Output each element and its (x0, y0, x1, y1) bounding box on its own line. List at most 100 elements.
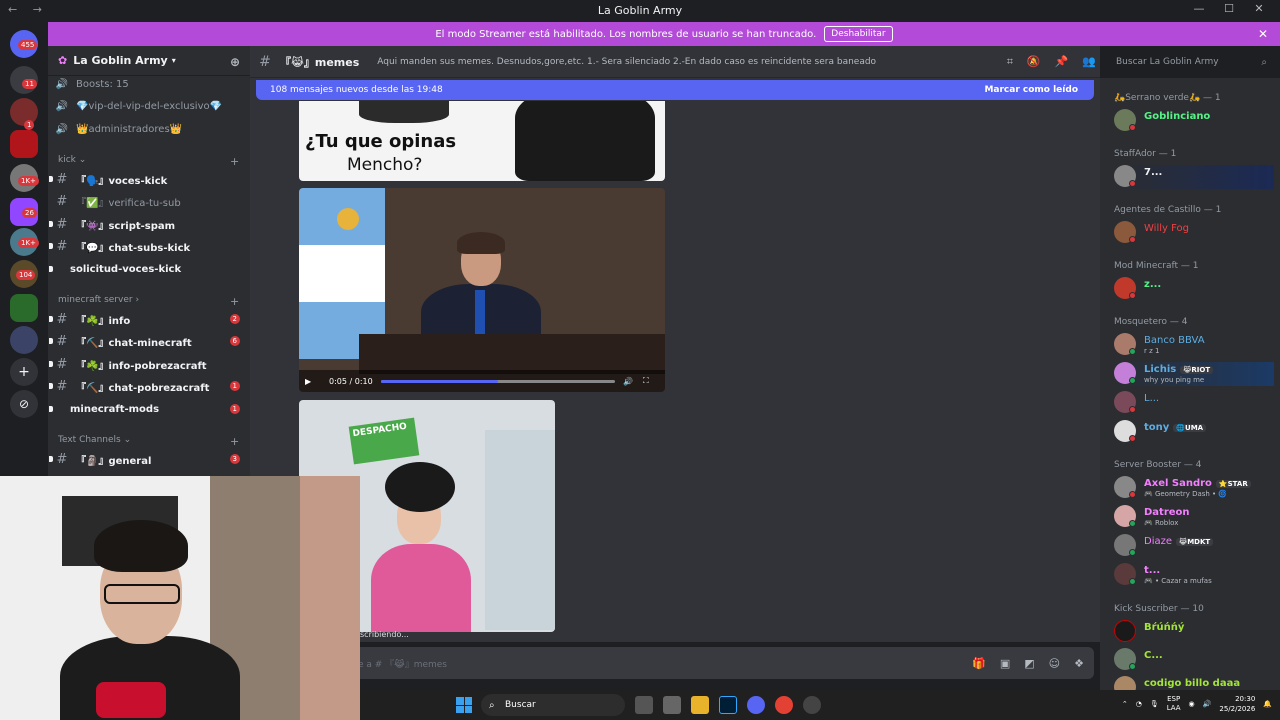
network-icon[interactable]: ◔ (1136, 700, 1142, 708)
lang-code: ESP (1167, 695, 1181, 703)
minimize-button[interactable]: — (1184, 2, 1214, 15)
windows-start-icon[interactable] (456, 697, 472, 713)
guild-icon: ✿ (58, 54, 68, 67)
channel-item[interactable]: # solicitud-voces-kick (48, 258, 250, 280)
meme-caption-line-2: Mencho? (347, 155, 423, 175)
threads-icon[interactable]: ⌗ (1007, 55, 1013, 69)
channel-item[interactable]: # 『🗿』general 3 (48, 448, 250, 470)
notification-bell-icon[interactable]: 🔕 (1027, 55, 1041, 69)
channel-item[interactable]: # 『✅』verifica-tu-sub (48, 190, 250, 212)
meme-shoe (359, 101, 449, 123)
language-indicator[interactable]: ESP LAA (1167, 695, 1181, 713)
message-input[interactable]: e a # 『😹』memes 🎁 ▣ ◩ ☺ ❖ (256, 647, 1094, 679)
unread-indicator (49, 406, 53, 412)
channel-item[interactable]: # 『🗣️』voces-kick (48, 168, 250, 190)
add-channel-icon[interactable]: + (230, 435, 239, 448)
member-item[interactable]: Вŕúńńý (1114, 620, 1274, 644)
channel-item[interactable]: # 『👾』script-spam (48, 213, 250, 235)
apps-icon[interactable]: ❖ (1074, 657, 1084, 670)
channel-item[interactable]: # 『⛏️』chat-minecraft 6 (48, 330, 250, 352)
member-item[interactable]: z... (1114, 277, 1274, 301)
channel-item[interactable]: # 『☘️』info-pobrezacraft (48, 353, 250, 375)
notifications-icon[interactable]: 🔔 (1263, 700, 1272, 708)
disable-streamer-button[interactable]: Deshabilitar (824, 26, 893, 42)
mic-icon[interactable]: 🎙 (1150, 700, 1159, 708)
fullscreen-icon[interactable]: ⛶ (643, 376, 649, 386)
channel-item[interactable]: # 『💬』chat-subs-kick (48, 235, 250, 257)
new-messages-bar[interactable]: 108 mensajes nuevos desde las 19:48 Marc… (256, 80, 1094, 100)
pin-icon[interactable]: 📌 (1055, 55, 1069, 69)
member-item[interactable]: Datreon 🎮 Roblox (1114, 505, 1274, 529)
server-icon[interactable] (10, 294, 38, 322)
voice-channel[interactable]: 🔊 Boosts: 15 (48, 73, 250, 95)
search-input[interactable]: Buscar La Goblin Army ⌕ (1110, 51, 1273, 73)
add-channel-icon[interactable]: + (230, 155, 239, 168)
clock[interactable]: 20:30 25/2/2026 (1219, 694, 1255, 714)
member-item[interactable]: Diaze 😹MDKT (1114, 534, 1274, 558)
taskbar-search[interactable]: ⌕ Buscar (481, 694, 625, 716)
add-member-icon[interactable]: ⊕ (230, 55, 240, 69)
category-minecraft[interactable]: minecraft server › + (58, 295, 239, 308)
emoji-icon[interactable]: ☺ (1049, 657, 1060, 670)
gift-icon[interactable]: 🎁 (972, 657, 986, 670)
member-item[interactable]: C... (1114, 648, 1274, 672)
add-channel-icon[interactable]: + (230, 295, 239, 308)
member-item[interactable]: 7... (1114, 165, 1274, 189)
video-progress-bar[interactable] (381, 379, 615, 383)
voice-channel[interactable]: 🔊 👑administradores👑 (48, 118, 250, 140)
app-icon[interactable] (803, 696, 821, 714)
server-icon[interactable] (10, 326, 38, 354)
sticker-icon[interactable]: ◩ (1024, 657, 1034, 670)
voice-channel[interactable]: 🔊 💎vip-del-vip-del-exclusivo💎 (48, 95, 250, 117)
taskbar-search-label: Buscar (505, 700, 536, 710)
category-text-channels[interactable]: Text Channels ⌄ + (58, 435, 239, 448)
discord-icon[interactable] (747, 696, 765, 714)
pharmacy-shelf (485, 430, 555, 630)
photo-person (361, 462, 481, 632)
task-view-icon[interactable] (635, 696, 653, 714)
channel-item[interactable]: # minecraft-mods 1 (48, 398, 250, 420)
search-icon: ⌕ (1261, 56, 1267, 68)
mark-as-read-button[interactable]: Marcar como leído (984, 85, 1078, 95)
member-name-text: Axel Sandro (1144, 478, 1212, 489)
close-banner-icon[interactable]: ✕ (1258, 27, 1268, 41)
member-item[interactable]: L... (1114, 391, 1274, 415)
member-list-icon[interactable]: 👥 (1082, 55, 1096, 69)
member-item[interactable]: t... 🎮 • Cazar a mufas (1114, 563, 1274, 587)
server-icon-active[interactable] (10, 130, 38, 158)
channel-item[interactable]: # 『⛏️』chat-pobrezacraft 1 (48, 375, 250, 397)
play-icon[interactable]: ▶ (305, 377, 321, 386)
wifi-icon[interactable]: ◉ (1189, 700, 1195, 708)
member-name: Вŕúńńý (1144, 622, 1185, 633)
member-item[interactable]: Banco BBVA r z 1 (1114, 333, 1274, 357)
gif-icon[interactable]: ▣ (1000, 657, 1010, 670)
channel-topic[interactable]: Aqui manden sus memes. Desnudos,gore,etc… (377, 57, 876, 67)
chrome-icon[interactable] (775, 696, 793, 714)
file-explorer-icon[interactable] (691, 696, 709, 714)
explore-icon[interactable]: ⊘ (10, 390, 38, 418)
member-item[interactable]: Willy Fog (1114, 221, 1274, 245)
meme-image[interactable]: ¿Tu que opinas Mencho? (299, 101, 665, 181)
photoshop-icon[interactable] (719, 696, 737, 714)
app-icon[interactable] (663, 696, 681, 714)
volume-icon[interactable]: 🔊 (1203, 700, 1212, 708)
add-server-icon[interactable]: + (10, 358, 38, 386)
video-desk (359, 334, 665, 374)
guild-header[interactable]: ✿ La Goblin Army ▾ ⊕ (48, 46, 250, 76)
member-item[interactable]: tony 🌐UMA (1114, 420, 1274, 444)
channel-item[interactable]: # 『☘️』info 2 (48, 308, 250, 330)
video-person (411, 232, 551, 354)
category-kick[interactable]: kick ⌄ + (58, 155, 239, 168)
unread-indicator (49, 221, 53, 227)
member-tag: 😹RIOT (1180, 366, 1214, 374)
video-attachment[interactable]: ▶ 0:05 / 0:10 🔊 ⛶ (299, 188, 665, 392)
volume-icon[interactable]: 🔊 (623, 377, 633, 386)
maximize-button[interactable]: ☐ (1214, 2, 1244, 15)
member-item[interactable]: Lichis 😹RIOT why you ping me (1114, 362, 1274, 386)
member-activity: 🎮 Geometry Dash • 🌀 (1144, 490, 1228, 498)
close-window-button[interactable]: ✕ (1244, 2, 1274, 15)
channel-label: 『👾』script-spam (76, 220, 176, 232)
chevron-up-icon[interactable]: ⌃ (1122, 700, 1128, 708)
member-item[interactable]: Axel Sandro ⭐STAR 🎮 Geometry Dash • 🌀 (1114, 476, 1274, 500)
member-item[interactable]: Goblinciano (1114, 109, 1274, 133)
